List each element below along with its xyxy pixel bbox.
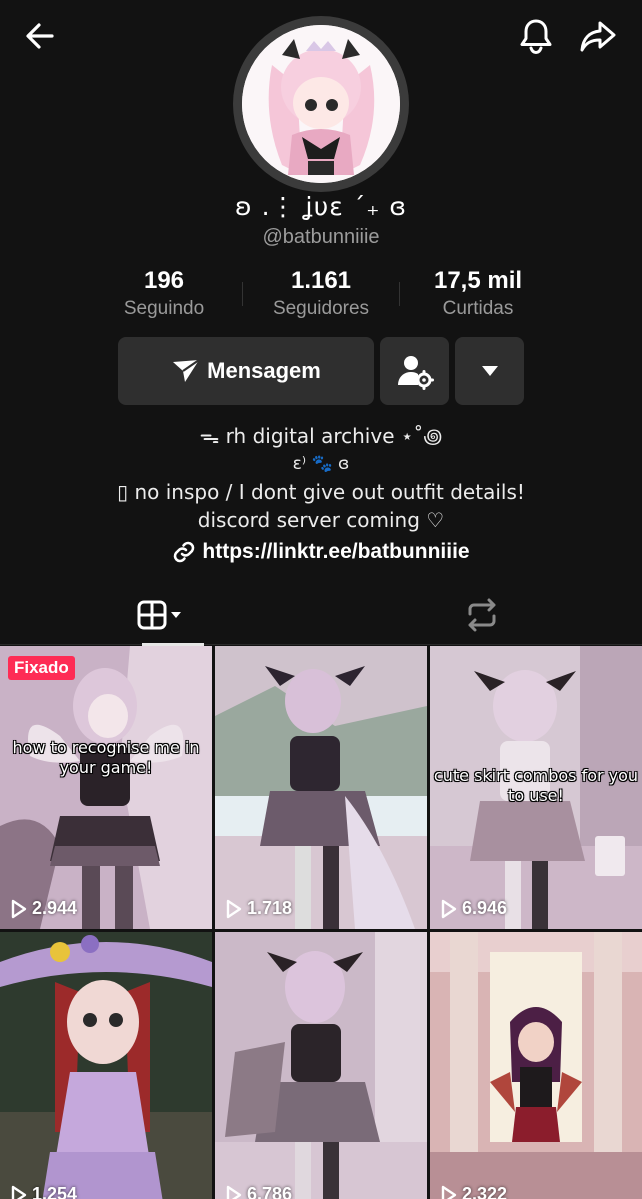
followers-label: Seguidores: [272, 298, 370, 319]
view-count: 1.254: [10, 1184, 77, 1199]
view-count-value: 2.944: [32, 898, 78, 918]
notifications-button[interactable]: [512, 12, 560, 60]
message-button[interactable]: Mensagem: [118, 337, 374, 405]
share-button[interactable]: [574, 12, 622, 60]
play-icon: [226, 899, 242, 918]
view-count-value: 6.946: [462, 898, 508, 918]
followers-stat[interactable]: 1.161 Seguidores: [241, 266, 401, 322]
avatar[interactable]: [233, 16, 409, 192]
bio-link[interactable]: https://linktr.ee/batbunniiie: [0, 540, 642, 564]
content-tabs: [0, 585, 642, 646]
following-label: Seguindo: [123, 298, 205, 319]
likes-stat[interactable]: 17,5 mil Curtidas: [398, 266, 558, 322]
tab-reposts[interactable]: [321, 585, 642, 645]
bio-line: ▯ no inspo / I dont give out outfit deta…: [117, 480, 525, 504]
view-count: 6.946: [440, 898, 507, 919]
username: @batbunniiie: [262, 226, 380, 248]
pinned-badge: Fixado: [8, 656, 75, 680]
view-count-value: 1.254: [32, 1184, 78, 1199]
link-icon: [174, 541, 195, 563]
video-thumbnail[interactable]: 1.254: [0, 932, 212, 1199]
likes-count: 17,5 mil: [433, 267, 523, 294]
send-icon: [173, 359, 200, 382]
bio-link-text: https://linktr.ee/batbunniiie: [202, 540, 470, 563]
view-count: 1.718: [225, 898, 292, 919]
play-icon: [441, 1185, 457, 1199]
bio-line: ɛ⁾ 🐾 ɞ: [292, 454, 350, 474]
grid-icon: [137, 600, 181, 630]
video-thumbnail[interactable]: cute skirt combos for you to use! 6.946: [430, 646, 642, 929]
play-icon: [441, 899, 457, 918]
following-stat[interactable]: 196 Seguindo: [84, 266, 244, 322]
profile-stats: 196 Seguindo 1.161 Seguidores 17,5 mil C…: [0, 266, 642, 326]
repost-icon: [468, 598, 495, 632]
view-count: 2.944: [10, 898, 77, 919]
user-gear-icon: [397, 356, 434, 390]
bio-line: ᯓ rh digital archive ⋆˚꩜: [199, 424, 443, 448]
video-thumbnail[interactable]: 2.322: [430, 932, 642, 1199]
video-caption: cute skirt combos for you to use!: [433, 766, 639, 805]
caret-down-icon: [481, 366, 498, 376]
view-count: 6.786: [225, 1184, 292, 1199]
video-thumbnail[interactable]: Fixado how to recognise me in your game!…: [0, 646, 212, 929]
tab-videos[interactable]: [0, 585, 321, 646]
view-count-value: 6.786: [247, 1184, 293, 1199]
following-count: 196: [143, 267, 185, 294]
play-icon: [226, 1185, 242, 1199]
message-button-label: Mensagem: [207, 358, 321, 383]
share-arrow-icon: [580, 21, 616, 52]
bio: ᯓ rh digital archive ⋆˚꩜ ɛ⁾ 🐾 ɞ ▯ no ins…: [0, 422, 642, 534]
video-thumbnail[interactable]: 1.718: [215, 646, 427, 929]
bio-line: discord server coming ♡: [197, 508, 445, 532]
display-name: ʚ .⋮ ʝυε ˊ₊ ɞ: [235, 192, 407, 221]
follow-settings-button[interactable]: [380, 337, 449, 405]
view-count-value: 1.718: [247, 898, 293, 918]
avatar-image: [242, 25, 400, 183]
view-count: 2.322: [440, 1184, 507, 1199]
play-icon: [11, 1185, 27, 1199]
likes-label: Curtidas: [442, 298, 514, 319]
bell-icon: [520, 19, 552, 55]
followers-count: 1.161: [290, 267, 352, 294]
arrow-left-icon: [26, 23, 54, 49]
video-caption: how to recognise me in your game!: [12, 738, 200, 777]
view-count-value: 2.322: [462, 1184, 508, 1199]
video-thumbnail[interactable]: 6.786: [215, 932, 427, 1199]
play-icon: [11, 899, 27, 918]
more-options-button[interactable]: [455, 337, 524, 405]
back-button[interactable]: [16, 12, 64, 60]
